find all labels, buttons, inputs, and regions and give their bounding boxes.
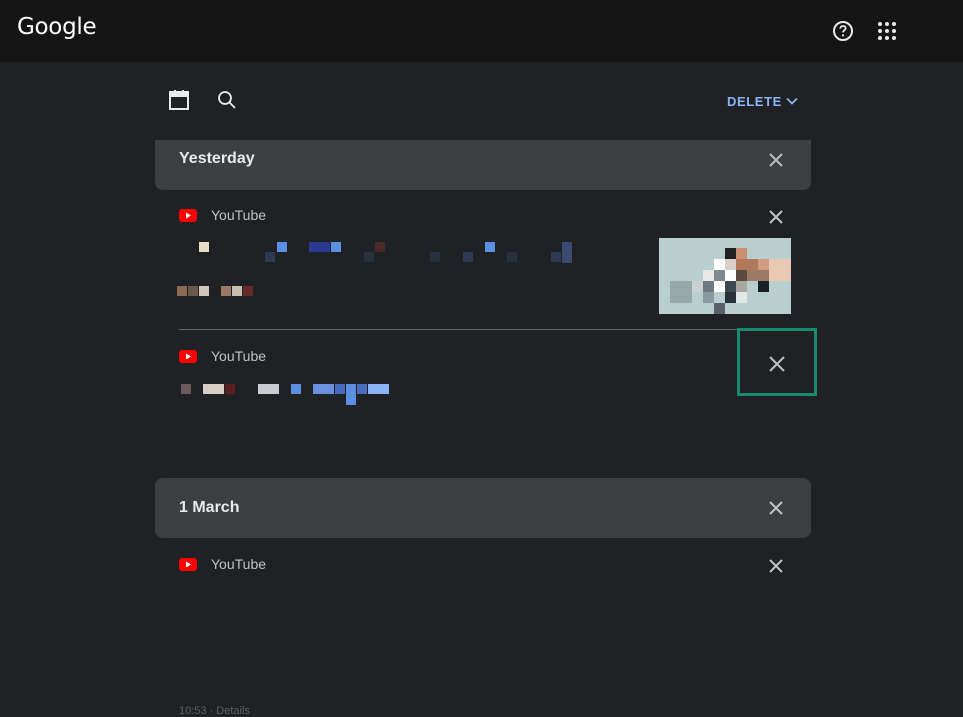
calendar-icon[interactable] bbox=[168, 89, 190, 111]
chevron-down-icon bbox=[786, 97, 798, 105]
delete-label: DELETE bbox=[727, 93, 782, 109]
youtube-icon bbox=[179, 349, 197, 363]
apps-grid-icon[interactable] bbox=[877, 21, 897, 41]
close-icon[interactable] bbox=[766, 150, 786, 170]
entry-source-label: YouTube bbox=[211, 207, 267, 223]
entry-source-label: YouTube bbox=[211, 556, 267, 572]
youtube-icon bbox=[179, 557, 197, 571]
entry-divider bbox=[179, 329, 811, 330]
help-icon[interactable] bbox=[832, 20, 854, 42]
delete-button[interactable]: DELETE bbox=[727, 92, 798, 110]
google-logo[interactable]: Google bbox=[17, 14, 97, 40]
entry-source: YouTube bbox=[179, 207, 266, 223]
group-title: Yesterday bbox=[179, 150, 255, 167]
close-icon[interactable] bbox=[766, 207, 786, 227]
close-icon[interactable] bbox=[766, 556, 786, 576]
group-header-1-march: 1 March bbox=[155, 478, 811, 538]
highlight-box bbox=[737, 328, 817, 396]
entry-source-label: YouTube bbox=[211, 348, 267, 364]
search-icon[interactable] bbox=[216, 89, 238, 111]
group-title: 1 March bbox=[179, 499, 240, 516]
youtube-icon bbox=[179, 208, 197, 222]
top-bar: Google bbox=[0, 0, 963, 62]
group-header-yesterday: Yesterday bbox=[155, 140, 811, 190]
entry-source: YouTube bbox=[179, 348, 266, 364]
entry-source: YouTube bbox=[179, 556, 266, 572]
video-thumbnail[interactable] bbox=[659, 238, 791, 314]
close-icon[interactable] bbox=[766, 498, 786, 518]
entry-meta[interactable]: 10:53 · Details bbox=[179, 705, 250, 717]
